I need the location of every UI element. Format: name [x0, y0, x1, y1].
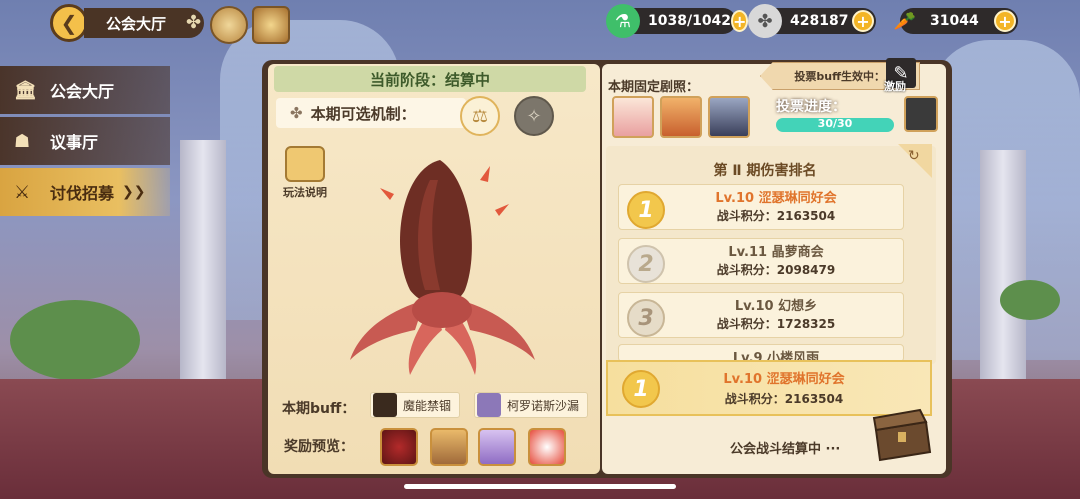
- clover-coin-icon: ✤: [748, 4, 782, 38]
- reward-badge-icon[interactable]: [380, 428, 418, 466]
- bank-icon: 🏛: [14, 79, 37, 101]
- boss-illustration: [350, 160, 535, 375]
- vote-progress-text: 30/30: [817, 117, 853, 130]
- guild-score: 战斗积分：2098479: [716, 263, 836, 277]
- treasure-chest-icon[interactable]: [870, 408, 932, 462]
- coin-counter: ✤ 428187 +: [748, 4, 876, 38]
- buff-label: 本期buff：: [282, 401, 356, 417]
- character-portrait-2[interactable]: [660, 96, 702, 138]
- chevron-right-icon: ❯❯: [122, 184, 146, 200]
- scale-icon: ⚖: [471, 105, 489, 127]
- ranking-row[interactable]: 2 Lv.11 晶萝商会 战斗积分：2098479: [618, 238, 904, 284]
- vote-progress-label: 投票进度：: [776, 99, 846, 115]
- add-stamina-button[interactable]: +: [731, 10, 749, 32]
- compass-icon: ✧: [526, 105, 542, 127]
- reward-avatar-icon[interactable]: [528, 428, 566, 466]
- stamina-icon: ⚗: [606, 4, 640, 38]
- buff-chip-2[interactable]: 柯罗诺斯沙漏: [474, 392, 589, 418]
- home-indicator[interactable]: [404, 484, 676, 489]
- sidebar-item-council[interactable]: ☗ 议事厅: [0, 117, 170, 165]
- back-button[interactable]: ❮: [50, 4, 88, 42]
- carrot-icon: 🥕: [893, 10, 917, 32]
- top-bar: ❮ 公会大厅 ✤ ⚗ 1038/1042 + ✤ 428187 + 🥕 3104…: [0, 0, 1080, 44]
- ranking-row[interactable]: 1 Lv.10 涩瑟琳同好会 战斗积分：2163504: [618, 184, 904, 230]
- mechanism-option-1[interactable]: ⚖: [460, 96, 500, 136]
- reward-label: 奖励预览：: [284, 439, 354, 455]
- mechanism-option-2[interactable]: ✧: [514, 96, 554, 136]
- guild-name: Lv.10 涩瑟琳同好会: [715, 191, 837, 206]
- inspire-label: 激励: [884, 80, 906, 93]
- guild-score: 战斗积分：1728325: [716, 317, 836, 331]
- stage-status: 当前阶段：结算中: [274, 66, 586, 92]
- character-portrait-3[interactable]: [708, 96, 750, 138]
- sidebar: 🏛 公会大厅 ☗ 议事厅 ⚔ 讨伐招募 ❯❯: [0, 66, 170, 219]
- add-carrot-button[interactable]: +: [994, 10, 1016, 32]
- settlement-status: 公会战斗结算中 ···: [730, 442, 841, 457]
- hourglass-icon: [477, 393, 501, 417]
- rules-button[interactable]: 玩法说明: [278, 146, 332, 202]
- tome-icon: [373, 393, 397, 417]
- refresh-icon[interactable]: ↻: [908, 148, 920, 164]
- sidebar-item-raid[interactable]: ⚔ 讨伐招募 ❯❯: [0, 168, 170, 216]
- add-coin-button[interactable]: +: [852, 10, 874, 32]
- buff-chip-1[interactable]: 魔能禁锢: [370, 392, 461, 418]
- clover-icon: ✤: [290, 104, 303, 122]
- sidebar-item-guild-hall[interactable]: 🏛 公会大厅: [0, 66, 170, 114]
- stamina-counter: ⚗ 1038/1042 +: [606, 4, 749, 38]
- mechanism-label: ✤ 本期可选机制：: [276, 98, 466, 128]
- ranking-row[interactable]: 3 Lv.10 幻想乡 战斗积分：1728325: [618, 292, 904, 338]
- my-guild-name: Lv.10 涩瑟琳同好会: [723, 372, 845, 387]
- back-arrow-icon: ❮: [60, 11, 78, 35]
- guild-name: Lv.10 幻想乡: [734, 299, 818, 314]
- raid-icon: ⚔: [14, 181, 31, 203]
- character-portrait-1[interactable]: [612, 96, 654, 138]
- reward-chest-icon[interactable]: [430, 428, 468, 466]
- guild-score: 战斗积分：2163504: [716, 209, 836, 223]
- my-guild-score: 战斗积分：2163504: [724, 392, 844, 406]
- vote-card-icon[interactable]: [904, 96, 938, 132]
- compass-emblem-icon[interactable]: [210, 6, 248, 44]
- council-icon: ☗: [14, 130, 31, 152]
- rules-book-icon: [285, 146, 325, 182]
- reward-gift-icon[interactable]: [478, 428, 516, 466]
- carrot-counter: 🥕 31044 +: [894, 8, 1018, 34]
- guild-name: Lv.11 晶萝商会: [728, 245, 824, 260]
- book-icon[interactable]: [252, 6, 290, 44]
- fixed-cast-label: 本期固定剧照：: [608, 80, 700, 95]
- ranking-title: 第 Ⅱ 期伤害排名: [713, 163, 817, 179]
- clover-icon: ✤: [186, 12, 202, 33]
